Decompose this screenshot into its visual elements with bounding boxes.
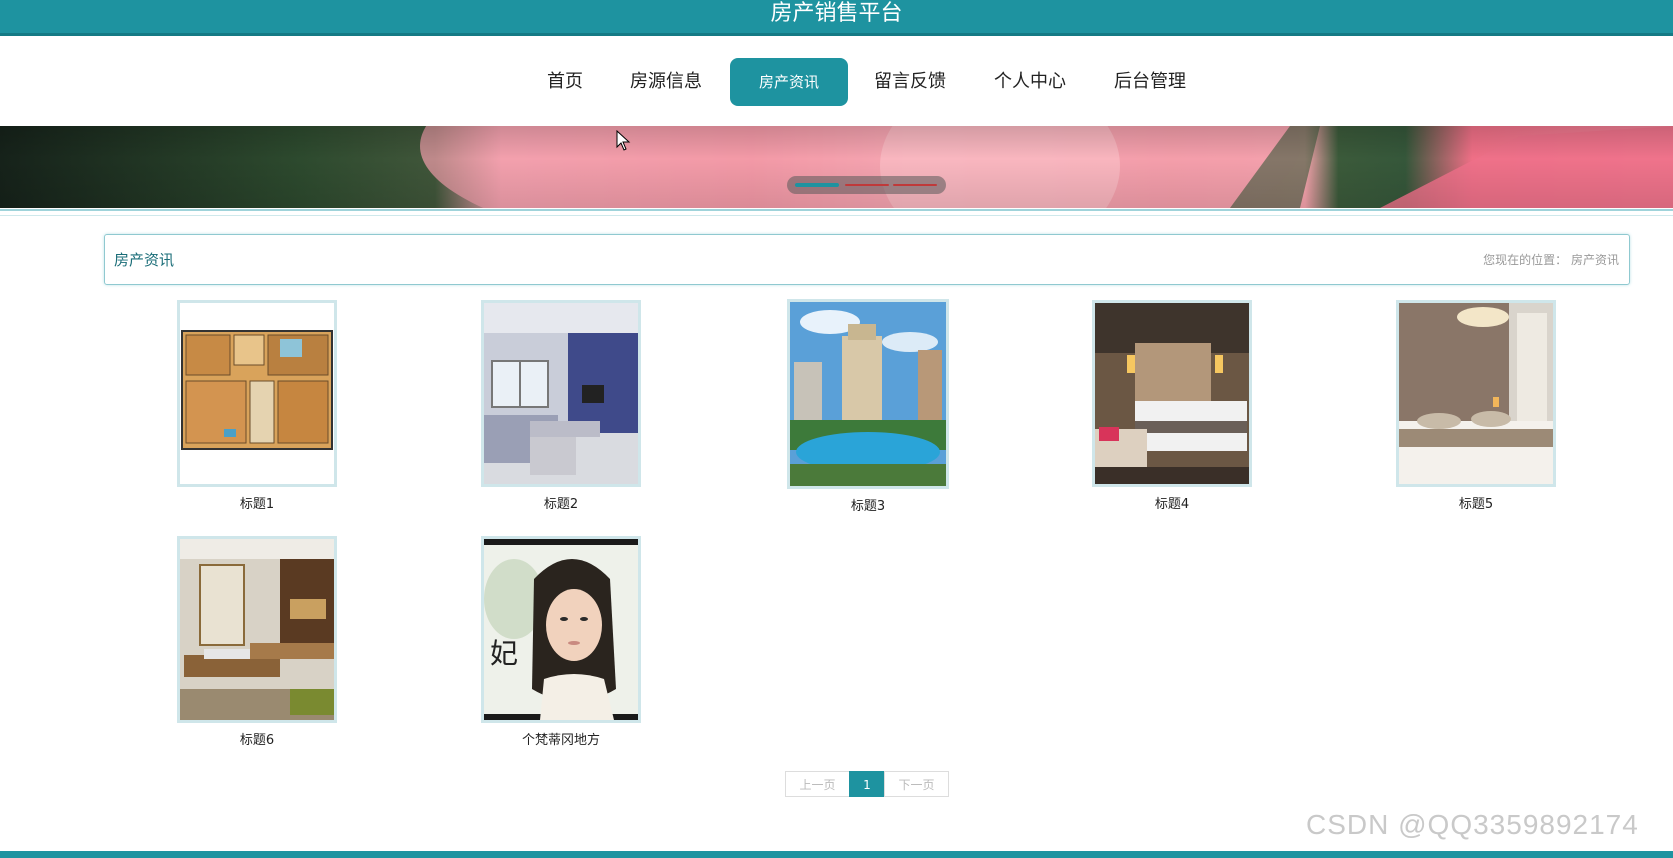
living-room-image (484, 303, 638, 484)
banner-shade (0, 126, 1673, 208)
breadcrumb-prefix: 您现在的位置： (1483, 253, 1568, 267)
article-card[interactable]: 妃 个梵蒂冈地方 (481, 536, 641, 748)
nav-feedback[interactable]: 留言反馈 (870, 58, 950, 106)
article-card[interactable]: 标题3 (786, 299, 950, 514)
article-card[interactable]: 标题2 (481, 300, 641, 512)
main-navigation: 首页 房源信息 房产资讯 留言反馈 个人中心 后台管理 (0, 36, 1673, 126)
article-thumbnail[interactable] (177, 536, 337, 723)
nav-admin[interactable]: 后台管理 (1110, 58, 1190, 106)
site-title: 房产销售平台 (770, 1, 903, 26)
section-title: 房产资讯 (114, 251, 175, 269)
nav-home[interactable]: 首页 (544, 58, 586, 106)
article-thumbnail[interactable] (177, 300, 337, 487)
nav-profile[interactable]: 个人中心 (990, 58, 1070, 106)
article-card[interactable]: 标题5 (1396, 300, 1556, 512)
carousel-dot-3[interactable] (893, 184, 937, 186)
section-header: 房产资讯 您现在的位置： 房产资讯 (104, 234, 1630, 285)
dining-room-image (180, 539, 334, 720)
mouse-cursor-icon (616, 130, 631, 151)
article-thumbnail[interactable] (1092, 300, 1252, 487)
article-card[interactable]: 标题6 (177, 536, 337, 748)
nav-news[interactable]: 房产资讯 (730, 58, 848, 106)
article-caption[interactable]: 标题4 (1092, 493, 1252, 512)
article-caption[interactable]: 标题6 (177, 729, 337, 748)
prev-page-button[interactable]: 上一页 (785, 771, 850, 797)
carousel-dot-1[interactable] (795, 183, 839, 187)
article-card[interactable]: 标题1 (177, 300, 337, 512)
breadcrumb: 您现在的位置： 房产资讯 (1483, 251, 1619, 268)
article-caption[interactable]: 标题5 (1396, 493, 1556, 512)
floor-plan-image (180, 303, 334, 484)
article-card[interactable]: 标题4 (1092, 300, 1252, 512)
article-thumbnail[interactable] (1396, 300, 1556, 487)
divider (0, 215, 1673, 216)
top-header-bar: 房产销售平台 (0, 0, 1673, 36)
portrait-image: 妃 (484, 539, 638, 720)
article-caption[interactable]: 个梵蒂冈地方 (481, 729, 641, 748)
page-number-button[interactable]: 1 (849, 771, 885, 797)
article-caption[interactable]: 标题3 (786, 495, 950, 514)
apartment-towers-image (790, 302, 946, 486)
footer-bar (0, 851, 1673, 858)
modern-bedroom-image (1399, 303, 1553, 484)
divider (0, 209, 1673, 211)
breadcrumb-current[interactable]: 房产资讯 (1571, 253, 1619, 267)
carousel-indicator (787, 176, 946, 194)
hotel-bedroom-image (1095, 303, 1249, 484)
nav-listings[interactable]: 房源信息 (626, 58, 706, 106)
calligraphy-glyph: 妃 (490, 637, 518, 670)
carousel-dot-2[interactable] (845, 184, 889, 186)
article-caption[interactable]: 标题2 (481, 493, 641, 512)
article-thumbnail[interactable] (787, 299, 949, 489)
banner-carousel[interactable] (0, 126, 1673, 208)
watermark: CSDN @QQ3359892174 (1306, 809, 1639, 840)
article-thumbnail[interactable] (481, 300, 641, 487)
article-thumbnail[interactable]: 妃 (481, 536, 641, 723)
article-caption[interactable]: 标题1 (177, 493, 337, 512)
next-page-button[interactable]: 下一页 (884, 771, 949, 797)
